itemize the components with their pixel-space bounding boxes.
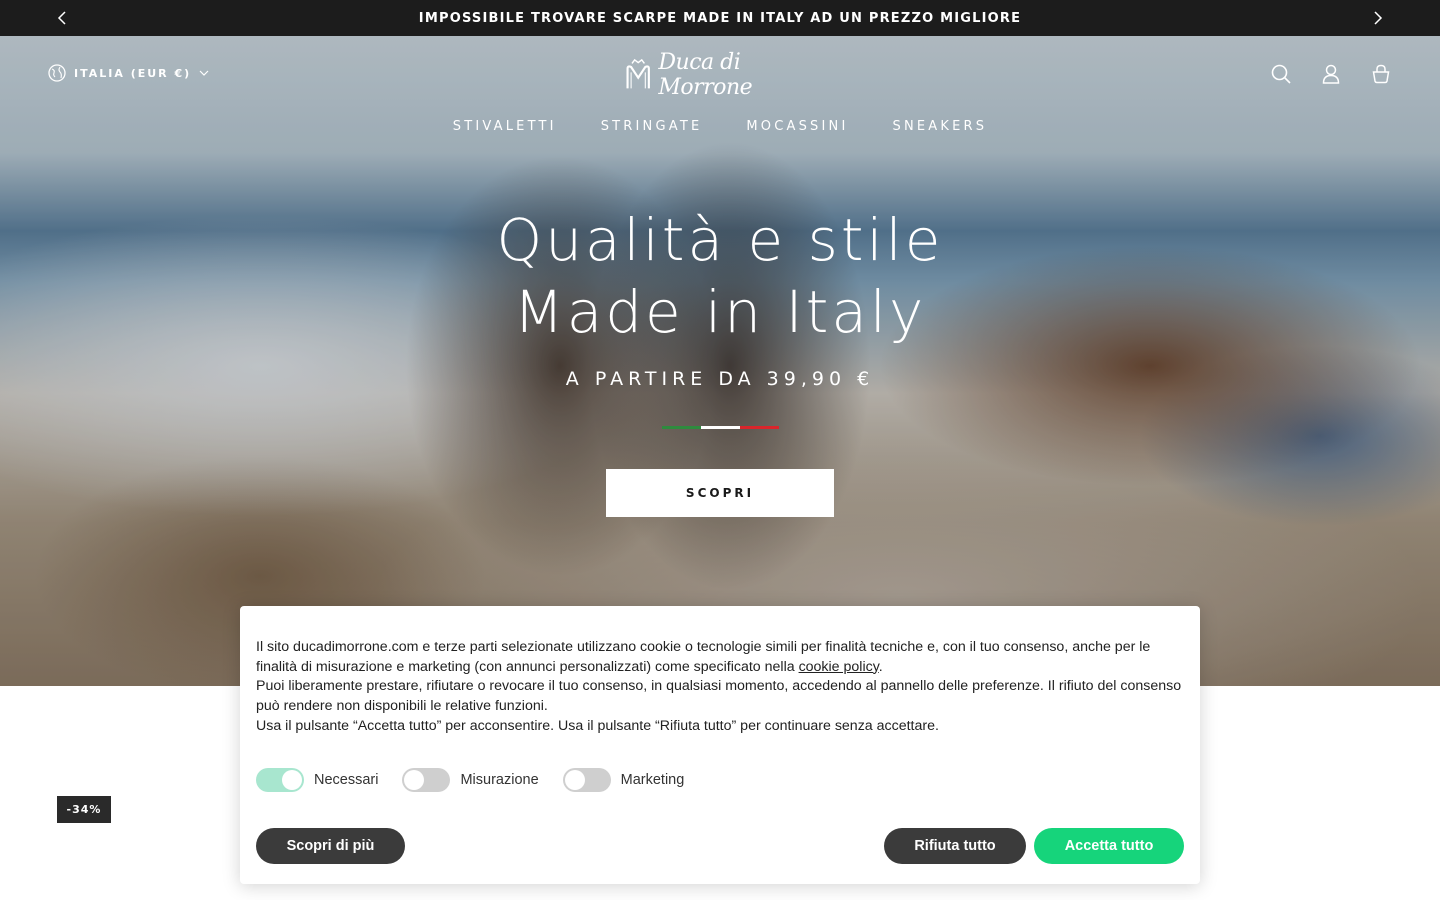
flag-white-stripe <box>701 426 740 429</box>
locale-selector[interactable]: ITALIA (EUR €) <box>48 64 209 82</box>
flag-red-stripe <box>740 426 779 429</box>
toggle-group-misurazione: Misurazione <box>402 768 539 792</box>
locale-label: ITALIA (EUR €) <box>74 66 192 80</box>
cookie-paragraph-1: Il sito ducadimorrone.com e terze parti … <box>256 639 1151 675</box>
brand-logo[interactable]: Duca di Morrone <box>624 50 820 100</box>
hero-title-line-2: Made in Italy <box>513 278 927 346</box>
cookie-paragraph-3: Usa il pulsante “Accetta tutto” per acco… <box>256 717 939 734</box>
toggle-misurazione[interactable] <box>402 768 451 792</box>
toggle-group-marketing: Marketing <box>562 768 685 792</box>
cookie-consent-banner: Il sito ducadimorrone.com e terze parti … <box>240 606 1200 884</box>
cart-icon <box>1372 64 1390 84</box>
reject-all-button[interactable]: Rifiuta tutto <box>884 828 1026 864</box>
cookie-description: Il sito ducadimorrone.com e terze parti … <box>256 638 1188 737</box>
nav-item-stivaletti[interactable]: STIVALETTI <box>453 119 557 134</box>
toggle-marketing[interactable] <box>562 768 611 792</box>
chevron-right-icon <box>1374 11 1383 25</box>
flag-green-stripe <box>662 426 701 429</box>
hero-banner: ITALIA (EUR €) Duca di Morrone STIVALETT… <box>0 36 1440 686</box>
toggle-label-marketing: Marketing <box>620 772 685 788</box>
cart-button[interactable] <box>1370 62 1392 86</box>
toggle-knob <box>564 770 585 790</box>
header-actions <box>1270 62 1392 86</box>
accept-all-button[interactable]: Accetta tutto <box>1034 828 1184 864</box>
toggle-knob <box>282 770 302 790</box>
announcement-next-button[interactable] <box>1368 8 1388 28</box>
hero-cta-button[interactable]: SCOPRI <box>606 469 834 517</box>
italian-flag-divider <box>662 426 779 429</box>
hero-subtitle: A PARTIRE DA 39,90 € <box>565 368 875 390</box>
chevron-left-icon <box>57 11 66 25</box>
brand-logo-text: Duca di Morrone <box>658 50 753 100</box>
nav-item-stringate[interactable]: STRINGATE <box>601 119 703 134</box>
toggle-label-misurazione: Misurazione <box>460 772 539 788</box>
search-button[interactable] <box>1270 62 1292 86</box>
announcement-text: IMPOSSIBILE TROVARE SCARPE MADE IN ITALY… <box>418 10 1022 26</box>
search-icon <box>1271 64 1291 84</box>
cookie-preferences: Necessari Misurazione Marketing <box>256 768 708 792</box>
toggle-necessari[interactable] <box>256 768 304 792</box>
toggle-label-necessari: Necessari <box>314 772 379 788</box>
announcement-prev-button[interactable] <box>52 8 72 28</box>
cookie-policy-link[interactable]: cookie policy <box>799 659 879 675</box>
account-button[interactable] <box>1320 62 1342 86</box>
learn-more-button[interactable]: Scopri di più <box>256 828 405 864</box>
account-icon <box>1322 64 1340 84</box>
nav-item-sneakers[interactable]: SNEAKERS <box>893 119 988 134</box>
announcement-bar: IMPOSSIBILE TROVARE SCARPE MADE IN ITALY… <box>0 0 1440 36</box>
hero-title: Qualità e stile Made in Italy <box>0 204 1440 348</box>
crest-icon <box>626 58 650 89</box>
globe-icon <box>48 64 66 82</box>
toggle-group-necessari: Necessari <box>256 768 378 792</box>
chevron-down-icon <box>199 70 209 76</box>
main-navigation: STIVALETTI STRINGATE MOCASSINI SNEAKERS <box>0 119 1440 134</box>
hero-title-line-1: Qualità e stile <box>496 206 944 274</box>
nav-item-mocassini[interactable]: MOCASSINI <box>746 119 848 134</box>
toggle-knob <box>404 770 425 790</box>
discount-badge: -34% <box>57 796 111 823</box>
cookie-paragraph-2: Puoi liberamente prestare, rifiutare o r… <box>256 678 1182 715</box>
